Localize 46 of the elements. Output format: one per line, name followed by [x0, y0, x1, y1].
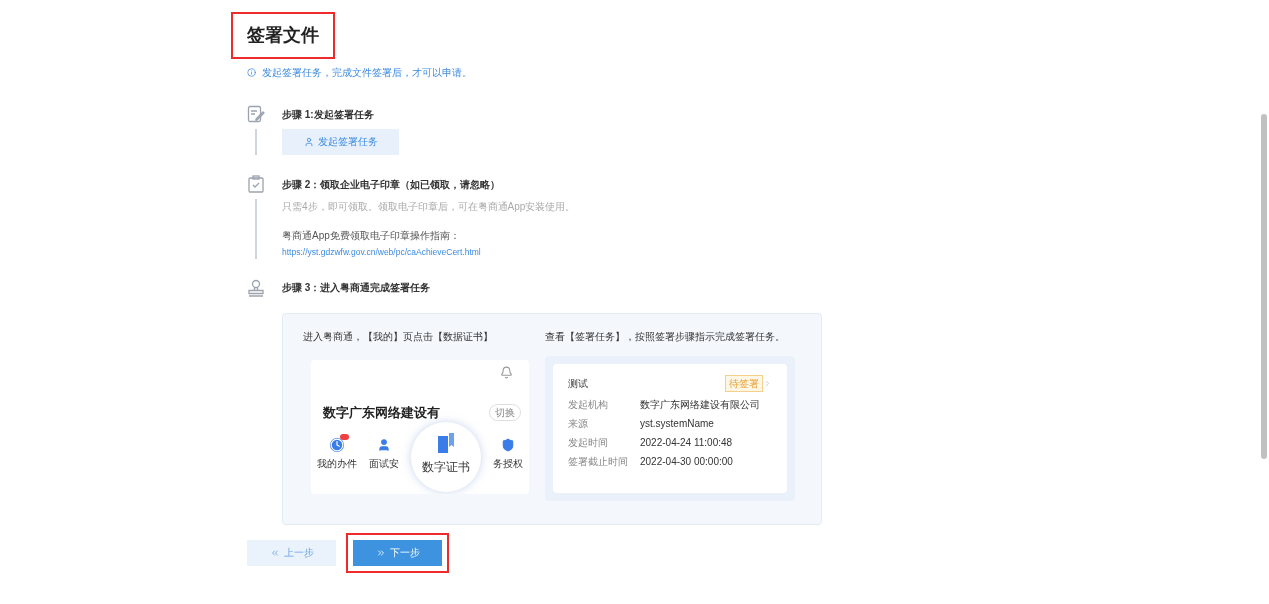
step-title: 步骤 3：进入粤商通完成签署任务: [282, 281, 431, 296]
stamp-icon: [247, 278, 265, 297]
field-label: 来源: [568, 417, 589, 430]
edit-icon: [247, 105, 265, 123]
info-icon: [247, 68, 256, 77]
field-label: 发起机构: [568, 398, 609, 411]
scrollbar[interactable]: [1261, 114, 1267, 459]
double-chevron-right-icon: [375, 547, 386, 558]
app-label: 我的办件: [317, 457, 357, 471]
demo-caption: 进入粤商通，【我的】页点击【数据证书】: [303, 329, 494, 344]
field-value: 2022-04-24 11:00:48: [640, 436, 733, 449]
double-chevron-left-icon: [269, 547, 280, 558]
notice-text: 发起签署任务，完成文件签署后，才可以申请。: [262, 66, 472, 80]
field-value: 2022-04-30 00:00:00: [640, 455, 733, 468]
app-shortcut[interactable]: 我的办件: [317, 422, 357, 471]
field-value: 数字广东网络建设有限公司: [640, 398, 760, 411]
start-signing-button[interactable]: 发起签署任务: [282, 129, 399, 155]
clock-icon: [330, 438, 344, 452]
step-title: 步骤 1:发起签署任务: [282, 107, 374, 122]
page-title: 签署文件: [231, 12, 335, 59]
app-label: 面试安: [369, 457, 399, 471]
task-name: 测试: [568, 377, 588, 391]
certificate-icon: [437, 432, 455, 454]
shield-icon: [501, 438, 515, 452]
person-icon: [377, 438, 391, 452]
guide-label: 粤商通App免费领取电子印章操作指南：: [282, 229, 461, 243]
app-label: 务授权: [493, 457, 523, 471]
task-card[interactable]: 测试 待签署 发起机构 数字广东网络建设有限公司 来源 yst.systemName 发起时间 2022-04-24 11:00:48 签署截止时间 2022-04-30 00:00:00: [553, 364, 787, 493]
status-tag: 待签署: [725, 375, 763, 392]
previous-step-button[interactable]: 上一步: [247, 539, 336, 566]
bell-icon: [500, 366, 513, 379]
chevron-right-icon: [763, 379, 772, 388]
app-shortcut[interactable]: 面试安: [369, 422, 399, 471]
clipboard-check-icon: [247, 175, 265, 193]
demo-caption: 查看【签署任务】，按照签署步骤指示完成签署任务。: [545, 329, 786, 344]
guide-link[interactable]: https://yst.gdzwfw.gov.cn/web/pc/caAchieveCert.html: [282, 246, 1269, 259]
app-shortcut[interactable]: 务授权: [493, 422, 523, 471]
user-icon: [303, 137, 314, 147]
field-label: 发起时间: [568, 436, 609, 449]
next-step-button[interactable]: 下一步: [353, 539, 442, 566]
field-label: 签署截止时间: [568, 455, 629, 468]
step-hint: 只需4步，即可领取。领取电子印章后，可在粤商通App安装使用。: [282, 200, 577, 214]
company-name: 数字广东网络建设有: [323, 404, 440, 422]
step-title: 步骤 2：领取企业电子印章（如已领取，请忽略）: [282, 177, 501, 192]
field-value: yst.systemName: [640, 417, 714, 430]
magnified-label: 数字证书: [422, 459, 470, 476]
